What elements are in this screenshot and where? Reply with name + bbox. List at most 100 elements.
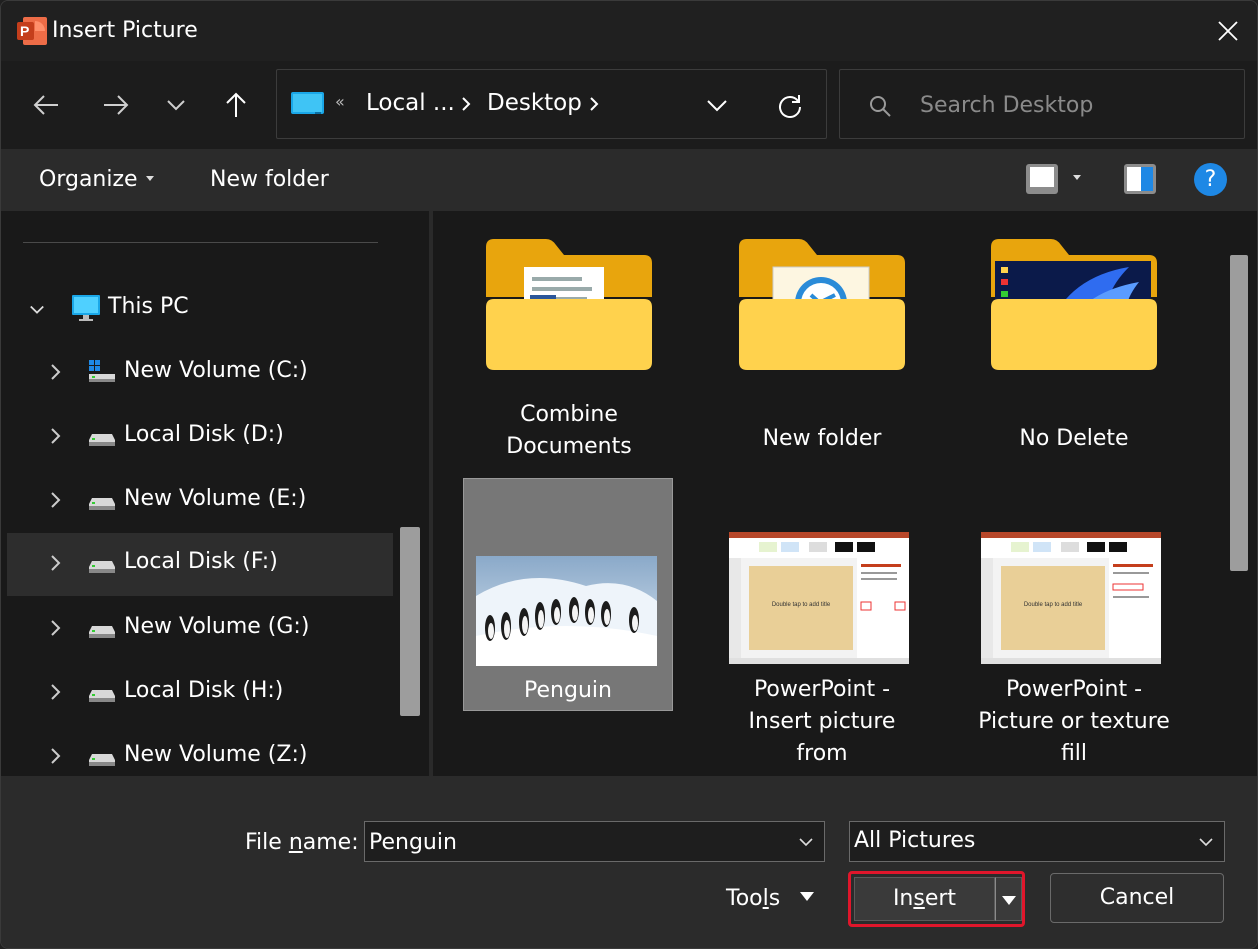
file-item-combine-documents[interactable]: Combine Documents	[464, 229, 674, 479]
tree-label: This PC	[108, 294, 189, 319]
chevron-down-icon[interactable]	[798, 834, 814, 850]
view-options-caret-icon[interactable]	[1073, 175, 1081, 180]
chevron-down-icon	[167, 100, 185, 111]
tree-item-drive-e[interactable]: New Volume (E:)	[7, 470, 393, 532]
file-label-line: Combine	[520, 402, 618, 427]
drive-icon	[89, 561, 115, 573]
tools-label-part: s	[768, 886, 781, 911]
tree-item-drive-g[interactable]: New Volume (G:)	[7, 598, 393, 660]
chevron-down-icon[interactable]	[1198, 834, 1214, 850]
close-button[interactable]	[1199, 1, 1257, 61]
file-item-powerpoint-texture-fill[interactable]: Double tap to add title PowerPoint - Pic…	[969, 478, 1179, 768]
file-name-label-part: ame:	[302, 830, 359, 855]
system-drive-icon	[89, 360, 115, 382]
insert-highlight: Insert	[848, 871, 1025, 927]
refresh-icon	[779, 95, 801, 118]
file-name-input[interactable]	[369, 826, 789, 858]
cancel-button[interactable]: Cancel	[1050, 873, 1224, 923]
preview-pane-icon[interactable]	[1123, 163, 1157, 195]
folder-icon	[486, 239, 652, 370]
insert-button[interactable]: Insert	[854, 877, 995, 921]
breadcrumb-overflow[interactable]: «	[335, 92, 345, 111]
tools-label-part: Too	[726, 886, 763, 911]
back-arrow-icon	[33, 95, 58, 115]
file-name-combobox[interactable]	[364, 821, 825, 862]
file-type-filter[interactable]: All Pictures	[849, 821, 1225, 862]
recent-locations-button[interactable]	[156, 85, 196, 125]
tree-item-this-pc[interactable]: This PC	[7, 278, 393, 340]
breadcrumb-desktop[interactable]: Desktop	[487, 90, 582, 116]
search-box[interactable]	[839, 69, 1245, 139]
this-pc-icon	[72, 295, 100, 321]
chevron-down-icon[interactable]	[29, 301, 45, 319]
file-list-scrollbar[interactable]	[1230, 255, 1248, 571]
new-folder-button[interactable]: New folder	[210, 167, 329, 192]
file-list: Combine Documents New folder No Delete P…	[433, 211, 1257, 776]
powerpoint-screenshot-thumbnail: Double tap to add title	[729, 532, 909, 664]
file-item-penguin[interactable]: Penguin	[463, 478, 673, 711]
navigation-bar: « Local ... Desktop	[1, 61, 1257, 149]
file-label-line: from	[796, 741, 848, 766]
chevron-down-icon	[707, 100, 727, 112]
refresh-button[interactable]	[773, 90, 807, 122]
tree-label: Local Disk (D:)	[124, 422, 284, 447]
chevron-right-icon[interactable]	[47, 363, 63, 381]
navigation-pane: This PC New Volume (C:) Local Disk (D:)	[1, 211, 429, 776]
tree-item-drive-h[interactable]: Local Disk (H:)	[7, 662, 393, 724]
file-label-line: Penguin	[524, 678, 612, 703]
organize-menu[interactable]: Organize	[39, 167, 154, 192]
powerpoint-screenshot-thumbnail: Double tap to add title	[981, 532, 1161, 664]
chevron-right-icon[interactable]	[47, 683, 63, 701]
tree-item-drive-z[interactable]: New Volume (Z:)	[7, 726, 393, 776]
tree-label: Local Disk (F:)	[124, 549, 278, 574]
file-label-line: Picture or texture	[978, 709, 1170, 734]
file-item-powerpoint-insert-picture[interactable]: Double tap to add title PowerPoint - Ins…	[717, 478, 927, 768]
slide-placeholder-text: Double tap to add title	[772, 602, 831, 608]
address-bar[interactable]: « Local ... Desktop	[276, 69, 827, 139]
tools-button[interactable]: Tools	[726, 886, 815, 911]
help-button[interactable]: ?	[1194, 163, 1227, 196]
address-history-button[interactable]	[701, 92, 733, 120]
powerpoint-icon: P	[17, 17, 47, 45]
file-item-new-folder[interactable]: New folder	[717, 229, 927, 479]
penguin-thumbnail	[476, 556, 657, 666]
file-item-no-delete[interactable]: No Delete	[969, 229, 1179, 479]
folder-icon	[739, 239, 905, 370]
chevron-right-icon[interactable]	[47, 619, 63, 637]
file-label-line: No Delete	[1019, 426, 1129, 451]
drive-icon	[89, 690, 115, 702]
back-button[interactable]	[26, 85, 66, 125]
up-arrow-icon	[226, 92, 246, 117]
chevron-right-icon[interactable]	[47, 491, 63, 509]
view-mode-icon[interactable]	[1025, 163, 1059, 195]
chevron-right-icon[interactable]	[47, 747, 63, 765]
tree-item-drive-f[interactable]: Local Disk (F:)	[7, 533, 393, 596]
chevron-right-icon[interactable]	[459, 94, 473, 114]
insert-label-accesskey: s	[913, 886, 925, 911]
file-label-line: Insert picture	[748, 709, 896, 734]
tree-label: New Volume (C:)	[124, 358, 308, 383]
chevron-right-icon[interactable]	[47, 554, 63, 572]
tree-item-drive-c[interactable]: New Volume (C:)	[7, 342, 393, 404]
drive-icon	[89, 754, 115, 766]
tree-item-drive-d[interactable]: Local Disk (D:)	[7, 406, 393, 468]
drive-icon	[89, 626, 115, 638]
file-label-line: New folder	[762, 426, 882, 451]
forward-arrow-icon	[104, 95, 129, 115]
chevron-right-icon[interactable]	[587, 94, 601, 114]
dialog-title: Insert Picture	[52, 18, 198, 43]
up-button[interactable]	[216, 85, 256, 125]
breadcrumb-local[interactable]: Local ...	[366, 90, 455, 116]
tree-label: New Volume (G:)	[124, 614, 310, 639]
insert-options-button[interactable]	[995, 877, 1022, 921]
folder-icon	[991, 239, 1157, 370]
tree-label: New Volume (Z:)	[124, 742, 308, 767]
dialog-footer: File name: All Pictures Tools Insert Can…	[1, 776, 1257, 948]
chevron-right-icon[interactable]	[47, 427, 63, 445]
sidebar-scrollbar[interactable]	[400, 527, 420, 716]
search-icon	[870, 96, 891, 117]
insert-label-part: In	[892, 886, 914, 911]
forward-button[interactable]	[96, 85, 136, 125]
search-input[interactable]	[920, 90, 1220, 120]
file-label-line: PowerPoint -	[753, 677, 891, 702]
